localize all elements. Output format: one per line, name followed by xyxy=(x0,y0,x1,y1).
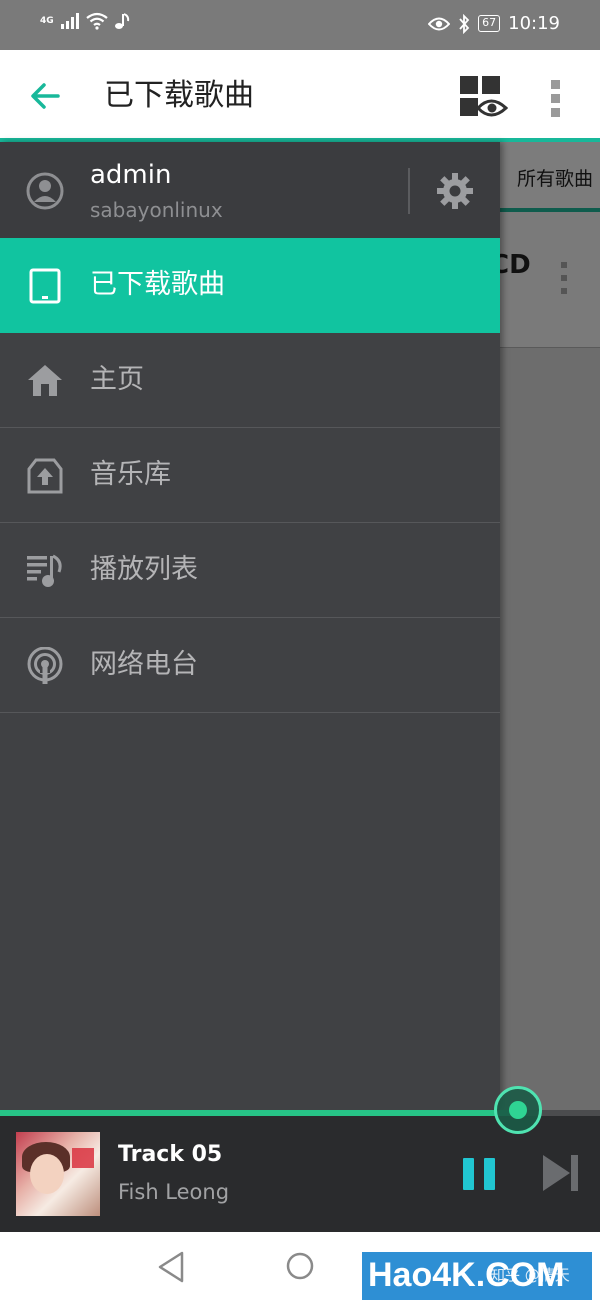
drawer-item-home[interactable]: 主页 xyxy=(0,333,500,428)
status-time: 10:19 xyxy=(508,13,560,34)
drawer-item-downloaded[interactable]: 已下载歌曲 xyxy=(0,238,500,333)
tab-all-songs[interactable]: 所有歌曲 xyxy=(500,142,600,212)
nav-back-icon[interactable] xyxy=(156,1250,186,1284)
item-menu-icon[interactable] xyxy=(558,260,570,296)
gear-icon[interactable] xyxy=(436,172,474,210)
network-label: 4G xyxy=(40,16,54,26)
track-title: Track 05 xyxy=(118,1142,223,1167)
status-left: 4G xyxy=(40,12,130,30)
drawer-item-label: 音乐库 xyxy=(90,459,171,490)
album-art[interactable] xyxy=(16,1132,100,1216)
drawer-item-label: 主页 xyxy=(90,364,144,395)
playlist-icon xyxy=(27,554,62,587)
drawer-item-playlists[interactable]: 播放列表 xyxy=(0,523,500,618)
drawer-item-label: 已下载歌曲 xyxy=(90,269,225,300)
progress-fill xyxy=(0,1110,516,1116)
library-icon xyxy=(27,458,63,494)
drawer-item-label: 网络电台 xyxy=(90,649,198,680)
progress-knob-core xyxy=(509,1101,527,1119)
account-username: admin xyxy=(90,160,172,190)
back-arrow-icon[interactable] xyxy=(26,76,66,116)
album-art-face xyxy=(30,1154,64,1194)
eye-icon xyxy=(428,17,451,30)
background-content: 所有歌曲 CD xyxy=(490,142,600,1110)
navigation-drawer: admin sabayonlinux 已下载歌曲 主页 音乐库 播放列表 网络电… xyxy=(0,142,500,1110)
bluetooth-icon xyxy=(459,13,470,34)
page-title: 已下载歌曲 xyxy=(104,78,254,113)
tablet-icon xyxy=(29,268,61,304)
drawer-item-library[interactable]: 音乐库 xyxy=(0,428,500,523)
tab-label: 所有歌曲 xyxy=(517,168,594,190)
signal-icon xyxy=(60,13,79,29)
avatar-icon xyxy=(26,172,64,210)
status-bar: 4G 67 10:19 xyxy=(0,0,600,50)
track-artist: Fish Leong xyxy=(118,1180,230,1204)
drawer-item-radio[interactable]: 网络电台 xyxy=(0,618,500,713)
now-playing-bar[interactable]: Track 05 Fish Leong xyxy=(0,1086,600,1232)
overflow-menu-icon[interactable] xyxy=(540,76,572,120)
watermark-sub: 知乎 @情天 xyxy=(490,1266,570,1284)
divider xyxy=(408,168,410,214)
status-right: 67 10:19 xyxy=(428,13,560,34)
home-icon xyxy=(28,365,62,396)
wifi-icon xyxy=(85,12,108,30)
battery-indicator: 67 xyxy=(478,15,501,32)
drawer-item-label: 播放列表 xyxy=(90,554,198,585)
app-bar: 已下载歌曲 xyxy=(0,50,600,142)
view-mode-icon[interactable] xyxy=(456,74,508,122)
radio-icon xyxy=(27,647,63,684)
pause-icon[interactable] xyxy=(460,1154,500,1194)
account-header[interactable]: admin sabayonlinux xyxy=(0,142,500,238)
album-art-label xyxy=(72,1148,94,1168)
list-item[interactable]: CD xyxy=(490,212,600,348)
music-note-icon xyxy=(114,13,129,29)
nav-home-icon[interactable] xyxy=(286,1252,314,1280)
progress-knob[interactable] xyxy=(494,1086,542,1134)
skip-next-icon[interactable] xyxy=(540,1152,582,1194)
account-server: sabayonlinux xyxy=(90,198,223,222)
